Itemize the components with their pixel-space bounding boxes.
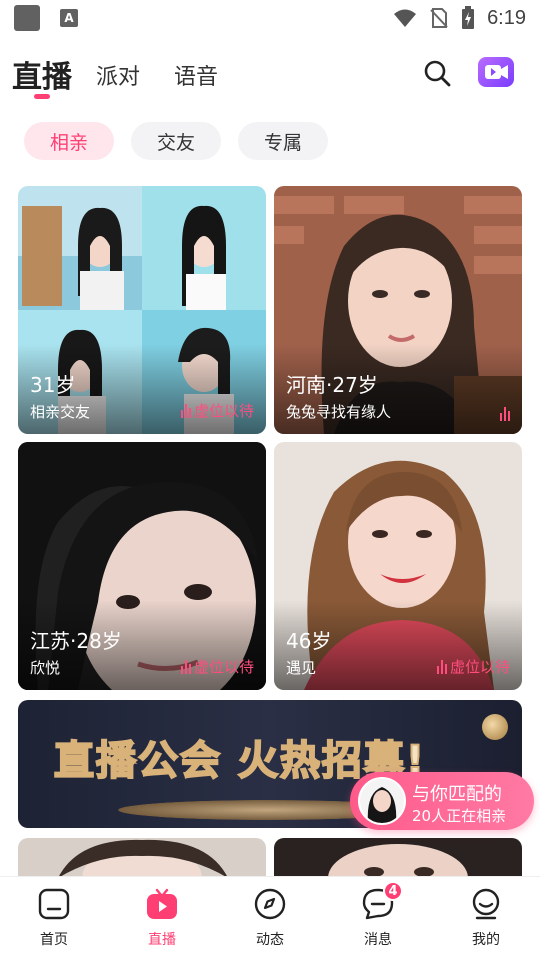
nav-label: 消息 <box>364 932 392 948</box>
live-room-card[interactable] <box>274 838 522 878</box>
match-popup-title: 与你匹配的 <box>412 784 502 805</box>
status-right: 6:19 <box>393 0 526 36</box>
bottom-nav: 首页 直播 动态 4 消息 我的 <box>0 876 540 960</box>
smiley-profile-icon <box>472 888 500 920</box>
tab-live[interactable]: 直播 <box>12 52 72 96</box>
wifi-icon <box>394 9 417 27</box>
live-room-card[interactable]: 河南·27岁 兔兔寻找有缘人 <box>274 186 522 434</box>
filter-chips: 相亲 交友 专属 <box>0 122 540 162</box>
nav-messages[interactable]: 4 消息 <box>338 881 418 949</box>
card-status: 虚位以待 <box>180 656 254 677</box>
microphone-icon <box>482 714 508 740</box>
live-bars-icon <box>180 403 191 418</box>
avatar <box>358 777 406 825</box>
chip-matchmaking[interactable]: 相亲 <box>24 122 114 160</box>
tv-icon <box>147 888 177 919</box>
nav-label: 直播 <box>148 932 176 948</box>
battery-charging-icon <box>462 6 475 29</box>
app-notification-icon <box>14 5 40 31</box>
live-room-card[interactable]: 46岁 遇见 虚位以待 <box>274 442 522 690</box>
card-title: 46岁 <box>286 629 332 653</box>
portrait-photo <box>18 838 266 878</box>
live-bars-icon <box>180 659 191 674</box>
status-bar: A 6:19 <box>0 0 540 36</box>
card-subtitle: 相亲交友 <box>30 403 91 421</box>
card-subtitle: 遇见 <box>286 659 317 677</box>
card-subtitle: 欣悦 <box>30 659 61 677</box>
card-status <box>500 407 510 421</box>
search-icon[interactable] <box>422 58 452 88</box>
tab-voice[interactable]: 语音 <box>174 59 218 91</box>
nav-live[interactable]: 直播 <box>122 887 202 949</box>
portrait-photo <box>274 838 522 878</box>
nav-profile[interactable]: 我的 <box>446 887 526 949</box>
match-popup-subtitle: 20人正在相亲 <box>412 807 507 825</box>
nav-label: 我的 <box>472 932 500 948</box>
live-bars-icon <box>500 407 510 421</box>
nav-label: 动态 <box>256 932 284 948</box>
unread-badge: 4 <box>383 881 403 901</box>
no-sim-icon <box>430 8 448 28</box>
active-tab-indicator <box>34 94 50 99</box>
card-status: 虚位以待 <box>436 656 510 677</box>
tab-party[interactable]: 派对 <box>96 59 140 91</box>
card-status-label: 虚位以待 <box>193 402 254 420</box>
home-icon <box>38 888 70 920</box>
match-popup[interactable]: 与你匹配的 20人正在相亲 <box>350 772 534 830</box>
app-screen: A 6:19 直播 派对 语音 相亲 交友 专属 31岁 相亲交友 虚位以待 河… <box>0 0 540 960</box>
status-time: 6:19 <box>487 6 526 29</box>
card-title: 江苏·28岁 <box>30 629 122 653</box>
live-bars-icon <box>436 659 447 674</box>
nav-moments[interactable]: 动态 <box>230 887 310 949</box>
chip-friends[interactable]: 交友 <box>131 122 221 160</box>
card-status-label: 虚位以待 <box>193 658 254 676</box>
live-room-card[interactable]: 江苏·28岁 欣悦 虚位以待 <box>18 442 266 690</box>
nav-messages-icon-wrap: 4 <box>361 881 403 921</box>
video-camera-icon <box>485 65 508 79</box>
top-tab-bar: 直播 派对 语音 <box>0 44 540 104</box>
card-title: 河南·27岁 <box>286 373 378 397</box>
font-notification-icon: A <box>60 9 78 27</box>
card-subtitle: 兔兔寻找有缘人 <box>286 403 392 421</box>
card-status-label: 虚位以待 <box>449 658 510 676</box>
card-title: 31岁 <box>30 373 76 397</box>
nav-home[interactable]: 首页 <box>14 887 94 949</box>
start-live-button[interactable] <box>478 57 514 87</box>
nav-label: 首页 <box>40 932 68 948</box>
card-status: 虚位以待 <box>180 400 254 421</box>
live-room-card[interactable] <box>18 838 266 878</box>
chip-exclusive[interactable]: 专属 <box>238 122 328 160</box>
compass-icon <box>254 888 286 920</box>
live-room-card[interactable]: 31岁 相亲交友 虚位以待 <box>18 186 266 434</box>
